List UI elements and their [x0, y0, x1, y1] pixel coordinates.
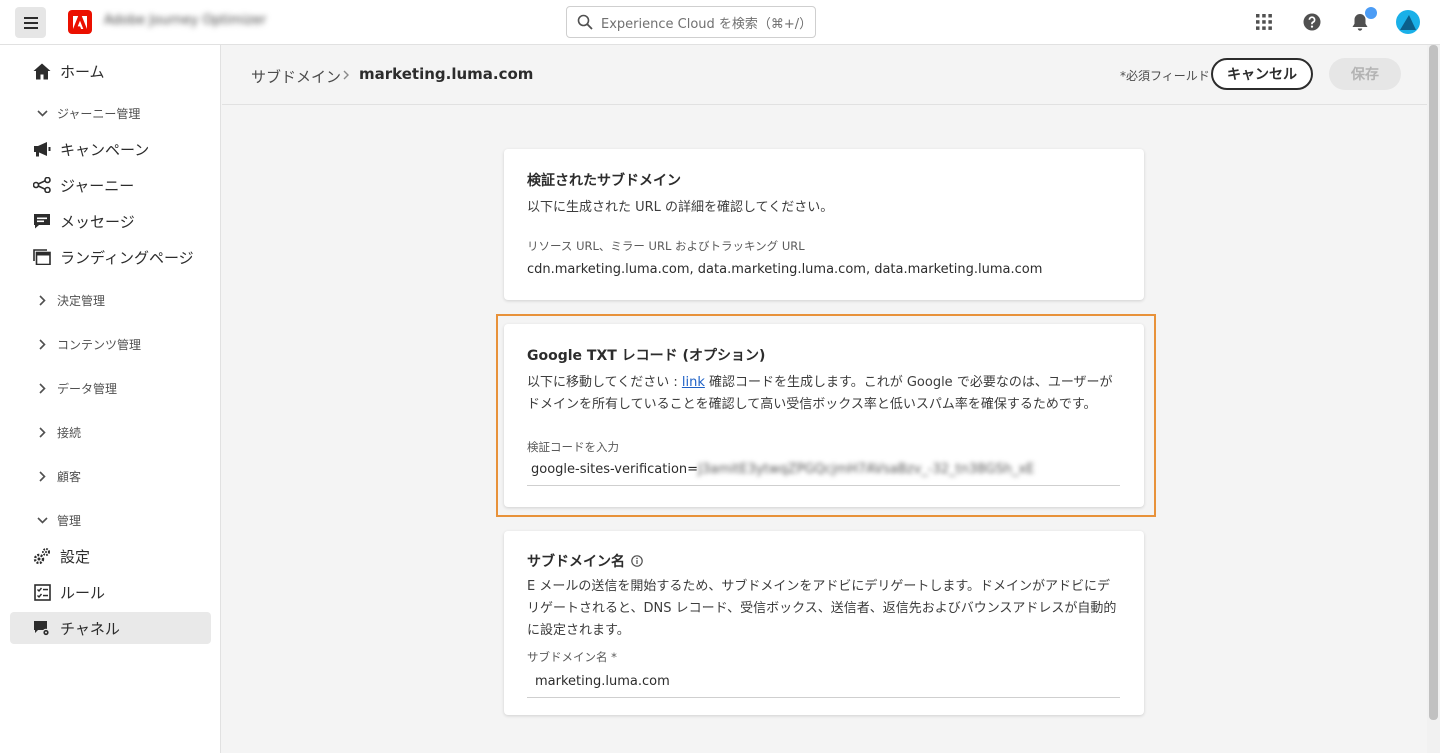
sidebar-item-rules[interactable]: ルール [10, 576, 211, 608]
notifications-button[interactable] [1349, 7, 1377, 33]
sidebar-section-journey-mgmt[interactable]: ジャーニー管理 [10, 100, 211, 126]
subdomain-name-card: サブドメイン名 E メールの送信を開始するため、サブドメインをアドビにデリゲート… [504, 531, 1144, 715]
sidebar-item-settings[interactable]: 設定 [10, 540, 211, 572]
menu-toggle-button[interactable] [15, 7, 46, 38]
card-description: 以下に生成された URL の詳細を確認してください。 [527, 200, 834, 215]
message-icon [34, 214, 50, 229]
sidebar-item-messages[interactable]: メッセージ [10, 205, 211, 237]
search-placeholder: Experience Cloud を検索（⌘+/） [601, 16, 813, 32]
card-description: 以下に移動してください : link 確認コードを生成します。これが Googl… [527, 372, 1123, 416]
cancel-button[interactable]: キャンセル [1211, 58, 1313, 90]
google-txt-card: Google TXT レコード (オプション) 以下に移動してください : li… [504, 324, 1144, 507]
help-button[interactable] [1301, 11, 1323, 33]
sidebar-item-label: キャンペーン [60, 140, 150, 159]
sidebar-item-journeys[interactable]: ジャーニー [10, 169, 211, 201]
generate-code-link[interactable]: link [682, 375, 705, 390]
card-title-text: サブドメイン名 [527, 554, 625, 570]
sidebar-item-label: メッセージ [60, 212, 135, 231]
card-title: Google TXT レコード (オプション) [527, 348, 766, 364]
sidebar-section-label: 決定管理 [57, 293, 106, 308]
code-value: J3amitE3ytwqZPGQcjmH7AVsaBzv_-32_tn38GSh… [698, 462, 1035, 477]
sidebar-section-decision-mgmt[interactable]: 決定管理 [10, 287, 211, 313]
required-mark: * [611, 650, 617, 664]
required-fields-note: *必須フィールド [1120, 69, 1210, 83]
breadcrumb-parent[interactable]: サブドメイン [251, 66, 341, 87]
sidebar-section-label: 顧客 [57, 469, 82, 484]
sidebar-item-label: ジャーニー [60, 176, 135, 195]
sidebar-item-campaigns[interactable]: キャンペーン [10, 133, 211, 165]
top-bar: Adobe Journey Optimizer Experience Cloud… [0, 0, 1440, 45]
sidebar-section-label: 管理 [57, 513, 82, 528]
verified-subdomain-card: 検証されたサブドメイン 以下に生成された URL の詳細を確認してください。 リ… [504, 149, 1144, 300]
app-name: Adobe Journey Optimizer [104, 13, 267, 28]
sidebar-section-label: 接続 [57, 425, 82, 440]
sidebar-item-channels[interactable]: チャネル [10, 612, 211, 644]
sidebar-section-customers[interactable]: 顧客 [10, 463, 211, 489]
subdomain-name-field[interactable]: marketing.luma.com [527, 666, 1120, 698]
description-prefix: 以下に移動してください : [527, 375, 682, 390]
landing-page-icon [33, 249, 51, 265]
checklist-icon [33, 583, 51, 601]
verification-code-field[interactable]: google-sites-verification= J3amitE3ytwqZP… [527, 454, 1120, 486]
channel-settings-icon [34, 620, 50, 636]
sidebar-item-label: 設定 [60, 547, 91, 566]
notification-badge [1365, 7, 1377, 19]
urls-label: リソース URL、ミラー URL およびトラッキング URL [527, 239, 805, 253]
sidebar-section-content-mgmt[interactable]: コンテンツ管理 [10, 331, 211, 357]
card-title: サブドメイン名 [527, 551, 643, 571]
chevron-down-icon [36, 516, 48, 524]
chevron-right-icon [38, 338, 46, 350]
page-header: サブドメイン marketing.luma.com *必須フィールド キャンセル… [222, 45, 1427, 105]
megaphone-icon [34, 142, 51, 157]
sidebar-item-label: チャネル [60, 619, 120, 638]
field-label-text: サブドメイン名 [527, 650, 608, 664]
chevron-right-icon [38, 470, 46, 482]
help-icon [1303, 13, 1321, 31]
apps-grid-icon [1256, 14, 1272, 30]
chevron-right-icon [343, 70, 349, 80]
apps-button[interactable] [1253, 11, 1275, 33]
chevron-right-icon [38, 426, 46, 438]
sidebar-section-label: データ管理 [57, 381, 118, 396]
chevron-right-icon [38, 294, 46, 306]
card-description: E メールの送信を開始するため、サブドメインをアドビにデリゲートします。ドメイン… [527, 579, 1117, 638]
adobe-logo[interactable] [68, 10, 92, 34]
sidebar-section-label: コンテンツ管理 [57, 337, 142, 352]
code-label: 検証コードを入力 [527, 440, 619, 454]
journey-icon [33, 177, 51, 193]
adobe-logo-icon [73, 15, 87, 29]
user-avatar[interactable] [1396, 10, 1420, 34]
search-icon [577, 14, 593, 30]
scrollbar-thumb[interactable] [1429, 45, 1438, 720]
sidebar-item-label: ホーム [60, 62, 105, 81]
avatar-icon [1400, 15, 1416, 30]
sidebar-section-data-mgmt[interactable]: データ管理 [10, 375, 211, 401]
card-title: 検証されたサブドメイン [527, 173, 681, 189]
hamburger-icon [23, 16, 38, 29]
breadcrumb-current: marketing.luma.com [359, 65, 534, 83]
sidebar-item-home[interactable]: ホーム [10, 55, 211, 87]
sidebar-section-connections[interactable]: 接続 [10, 419, 211, 445]
sidebar: ホーム ジャーニー管理 キャンペーン ジャーニー メッセージ ランディングページ… [0, 45, 221, 753]
subdomain-field-label: サブドメイン名 * [527, 649, 617, 665]
info-icon[interactable] [631, 555, 643, 567]
sidebar-section-admin[interactable]: 管理 [10, 507, 211, 533]
urls-value: cdn.marketing.luma.com, data.marketing.l… [527, 262, 1043, 277]
code-prefix: google-sites-verification= [531, 462, 699, 477]
scrollbar[interactable] [1427, 45, 1440, 753]
sidebar-item-label: ランディングページ [60, 248, 194, 267]
home-icon [33, 63, 51, 79]
save-button[interactable]: 保存 [1329, 58, 1401, 90]
sidebar-item-label: ルール [60, 583, 106, 602]
chevron-right-icon [38, 382, 46, 394]
chevron-down-icon [36, 109, 48, 117]
sidebar-section-label: ジャーニー管理 [57, 106, 141, 121]
search-input[interactable]: Experience Cloud を検索（⌘+/） [566, 6, 816, 38]
gears-icon [33, 548, 50, 565]
sidebar-item-landing-pages[interactable]: ランディングページ [10, 241, 211, 273]
